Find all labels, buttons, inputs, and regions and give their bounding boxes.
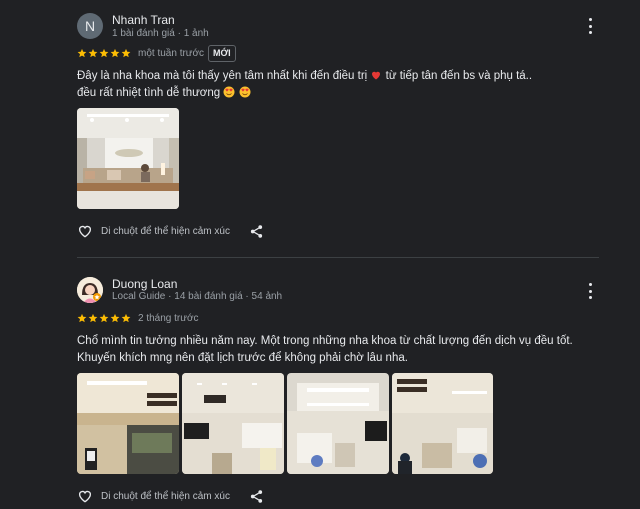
review-photo[interactable] [392, 373, 493, 474]
clinic-reception-photo [77, 108, 179, 209]
smile-hearts-emoji [239, 86, 251, 98]
reviewer-meta: 1 bài đánh giá · 1 ảnh [112, 28, 209, 39]
avatar-illustration [77, 277, 103, 303]
reviewer-name[interactable]: Nhanh Tran [112, 13, 175, 27]
react-button[interactable]: Di chuột để thể hiện cảm xúc [77, 223, 230, 239]
star-icon [110, 313, 120, 323]
review-photo[interactable] [287, 373, 389, 474]
review-date: 2 tháng trước [138, 313, 199, 324]
heart-outline-icon [79, 490, 91, 503]
star-rating [77, 313, 131, 323]
star-icon [88, 48, 98, 58]
more-vert-icon [588, 18, 592, 21]
review-photo[interactable] [182, 373, 284, 474]
star-icon [121, 48, 131, 58]
new-badge: MỚI [208, 45, 236, 62]
review-text-part2: từ tiếp tân đến bs và phụ tá.. [385, 70, 533, 82]
review-divider [77, 257, 599, 258]
review-photo[interactable] [77, 108, 179, 209]
star-icon [99, 313, 109, 323]
review-text: Đây là nha khoa mà tôi thấy yên tâm nhất… [77, 68, 597, 102]
reviewer-avatar[interactable]: N [77, 13, 103, 39]
star-icon [99, 48, 109, 58]
avatar-letter: N [84, 18, 96, 34]
share-icon[interactable] [249, 489, 264, 504]
reviewer-name[interactable]: Duong Loan [112, 277, 177, 291]
star-icon [110, 48, 120, 58]
star-icon [121, 313, 131, 323]
review-photo[interactable] [77, 373, 179, 474]
review-text-part3: đều rất nhiệt tình dễ thương [77, 87, 221, 99]
heart-emoji [372, 71, 381, 80]
react-button[interactable]: Di chuột để thể hiện cảm xúc [77, 488, 230, 504]
clinic-lobby-photo [392, 373, 493, 474]
more-options-button[interactable] [584, 282, 596, 300]
more-vert-icon [588, 283, 592, 286]
star-icon [77, 313, 87, 323]
heart-outline-icon [79, 225, 91, 238]
star-icon [77, 48, 87, 58]
share-icon[interactable] [249, 224, 264, 239]
review-date: một tuần trước [138, 48, 205, 59]
reviewer-avatar[interactable] [77, 277, 103, 303]
clinic-interior-photo [77, 373, 179, 474]
clinic-ceiling-tv-photo [287, 373, 389, 474]
star-icon [88, 313, 98, 323]
review-text: Chổ mình tin tưởng nhiều năm nay. Một tr… [77, 335, 573, 364]
clinic-waiting-area-photo [182, 373, 284, 474]
react-label: Di chuột để thể hiện cảm xúc [101, 490, 230, 502]
smile-hearts-emoji [223, 86, 235, 98]
more-options-button[interactable] [584, 17, 596, 35]
star-rating [77, 48, 131, 58]
reviewer-meta: Local Guide · 14 bài đánh giá · 54 ảnh [112, 291, 283, 302]
review-text-part1: Đây là nha khoa mà tôi thấy yên tâm nhất… [77, 70, 368, 82]
react-label: Di chuột để thể hiện cảm xúc [101, 225, 230, 237]
